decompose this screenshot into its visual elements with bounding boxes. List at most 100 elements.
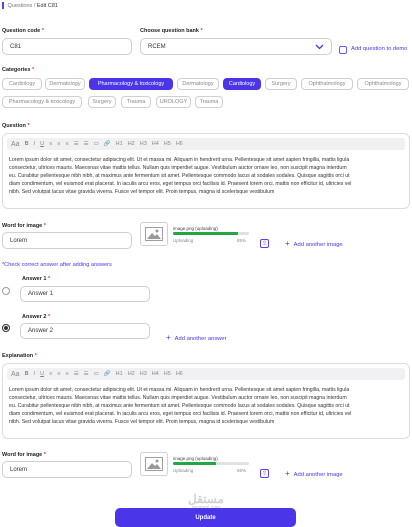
- image-file-name: image.png (uploading): [173, 456, 218, 461]
- explanation-label: Explanation *: [2, 353, 37, 359]
- word-for-image-label: Word for image *: [2, 452, 46, 458]
- image-icon: [145, 457, 163, 471]
- add-another-image-link[interactable]: + Add another image: [285, 469, 343, 478]
- image-placeholder[interactable]: [140, 222, 168, 246]
- word-for-image-input[interactable]: Lorem: [2, 232, 132, 249]
- question-code-input[interactable]: C81: [2, 38, 132, 55]
- underline-button[interactable]: U: [40, 371, 44, 377]
- category-chip[interactable]: Trauma: [121, 96, 151, 108]
- breadcrumb: Questions / Edit C81: [2, 2, 58, 9]
- categories-label: Categories *: [2, 67, 35, 73]
- explanation-text: Lorem ipsum dolor sit amet, consectetur …: [9, 387, 352, 425]
- link-button[interactable]: 🔗: [104, 141, 111, 147]
- align-right-button[interactable]: ≡: [66, 371, 69, 377]
- upload-status: Uploading: [173, 238, 194, 243]
- breadcrumb-separator: /: [33, 2, 36, 9]
- category-chip[interactable]: Trauma: [195, 96, 223, 108]
- question-bank-label: Choose question bank *: [140, 28, 203, 34]
- upload-progress-bar: [173, 232, 249, 235]
- answer-1-value: Answer 1: [28, 291, 54, 297]
- word-for-image-value: Lorem: [10, 466, 28, 473]
- explanation-editor-toolbar: Aa B I U ≡ ≡ ≡ ☰ ☰ ▭ 🔗 H1 H2 H3 H4 H5 H6: [7, 368, 405, 380]
- align-right-button[interactable]: ≡: [66, 141, 69, 147]
- answer-2-input[interactable]: Answer 2: [20, 323, 150, 339]
- question-bank-select[interactable]: RCEM: [140, 38, 332, 55]
- bullet-list-button[interactable]: ☰: [74, 141, 79, 147]
- answer-label: Answer 1 *: [22, 276, 51, 282]
- question-code-value: C81: [10, 43, 22, 50]
- answer-2-value: Answer 2: [28, 328, 54, 334]
- image-button[interactable]: ▭: [94, 371, 99, 377]
- font-size-button[interactable]: Aa: [11, 141, 20, 148]
- font-size-button[interactable]: Aa: [11, 371, 20, 378]
- align-center-button[interactable]: ≡: [57, 141, 60, 147]
- word-for-image-value: Lorem: [10, 237, 28, 244]
- breadcrumb-parent-link[interactable]: Questions: [8, 3, 33, 9]
- category-chip[interactable]: Pharmacology & toxicology: [2, 96, 82, 108]
- question-editor-toolbar: Aa B I U ≡ ≡ ≡ ☰ ☰ ▭ 🔗 H1 H2 H3 H4 H5 H6: [7, 138, 405, 150]
- add-to-demo-checkbox[interactable]: [339, 46, 347, 54]
- upload-status: Uploading: [173, 468, 194, 473]
- numbered-list-button[interactable]: ☰: [84, 141, 89, 147]
- breadcrumb-current: Edit C81: [36, 2, 58, 9]
- add-another-answer-link[interactable]: + Add another answer: [166, 333, 227, 342]
- image-button[interactable]: ▭: [94, 141, 99, 147]
- h2-button[interactable]: H2: [128, 141, 135, 147]
- h2-button[interactable]: H2: [128, 371, 135, 377]
- category-chip[interactable]: Dermatology: [177, 78, 219, 90]
- category-chip[interactable]: Cardiology: [2, 78, 42, 90]
- chevron-down-icon: [315, 44, 324, 49]
- add-another-image-link[interactable]: + Add another image: [285, 239, 343, 248]
- bold-button[interactable]: B: [25, 141, 29, 147]
- h1-button[interactable]: H1: [116, 371, 123, 377]
- upload-percent: 85%: [237, 238, 247, 243]
- breadcrumb-accent-bar: [2, 2, 4, 9]
- align-center-button[interactable]: ≡: [57, 371, 60, 377]
- h5-button[interactable]: H5: [164, 141, 171, 147]
- question-text: Lorem ipsum dolor sit amet, consectetur …: [9, 157, 352, 195]
- italic-button[interactable]: I: [34, 371, 36, 377]
- align-left-button[interactable]: ≡: [49, 371, 52, 377]
- image-icon: [145, 227, 163, 241]
- answer-1-input[interactable]: Answer 1: [20, 286, 150, 302]
- add-to-demo-label: Add question to demo: [351, 46, 408, 52]
- h5-button[interactable]: H5: [164, 371, 171, 377]
- answer-2-radio[interactable]: [2, 324, 10, 332]
- explanation-editor[interactable]: Aa B I U ≡ ≡ ≡ ☰ ☰ ▭ 🔗 H1 H2 H3 H4 H5 H6…: [2, 363, 410, 439]
- image-file-name: image.png (uploading): [173, 226, 218, 231]
- h4-button[interactable]: H4: [152, 371, 159, 377]
- upload-icon[interactable]: ⇧: [260, 239, 269, 248]
- category-chip[interactable]: Ophthalmology: [357, 78, 409, 90]
- category-chip[interactable]: Dermatology: [45, 78, 85, 90]
- h1-button[interactable]: H1: [116, 141, 123, 147]
- h6-button[interactable]: H6: [176, 371, 183, 377]
- answer-label: Answer 2 *: [22, 314, 51, 320]
- category-chip[interactable]: Cardiology: [223, 78, 261, 90]
- category-chip[interactable]: UROLOGY: [156, 96, 191, 108]
- category-chip[interactable]: Surgery: [88, 96, 116, 108]
- word-for-image-label: Word for image *: [2, 223, 46, 229]
- upload-progress-bar: [173, 462, 249, 465]
- h6-button[interactable]: H6: [176, 141, 183, 147]
- update-button[interactable]: Update: [115, 508, 296, 527]
- category-chip[interactable]: Pharmacology & toxicology: [89, 78, 173, 90]
- answer-1-radio[interactable]: [2, 287, 10, 295]
- h3-button[interactable]: H3: [140, 371, 147, 377]
- link-button[interactable]: 🔗: [104, 371, 111, 377]
- upload-icon[interactable]: ⇧: [260, 469, 269, 478]
- question-editor[interactable]: Aa B I U ≡ ≡ ≡ ☰ ☰ ▭ 🔗 H1 H2 H3 H4 H5 H6…: [2, 133, 410, 209]
- h3-button[interactable]: H3: [140, 141, 147, 147]
- category-chip[interactable]: Surgery: [265, 78, 297, 90]
- h4-button[interactable]: H4: [152, 141, 159, 147]
- underline-button[interactable]: U: [40, 141, 44, 147]
- category-chip[interactable]: Ophthalmology: [301, 78, 353, 90]
- bold-button[interactable]: B: [25, 371, 29, 377]
- image-placeholder[interactable]: [140, 452, 168, 476]
- align-left-button[interactable]: ≡: [49, 141, 52, 147]
- watermark-logo: مستقل: [188, 492, 224, 506]
- question-code-label: Question code *: [2, 28, 44, 34]
- italic-button[interactable]: I: [34, 141, 36, 147]
- bullet-list-button[interactable]: ☰: [74, 371, 79, 377]
- numbered-list-button[interactable]: ☰: [84, 371, 89, 377]
- word-for-image-input[interactable]: Lorem: [2, 461, 132, 478]
